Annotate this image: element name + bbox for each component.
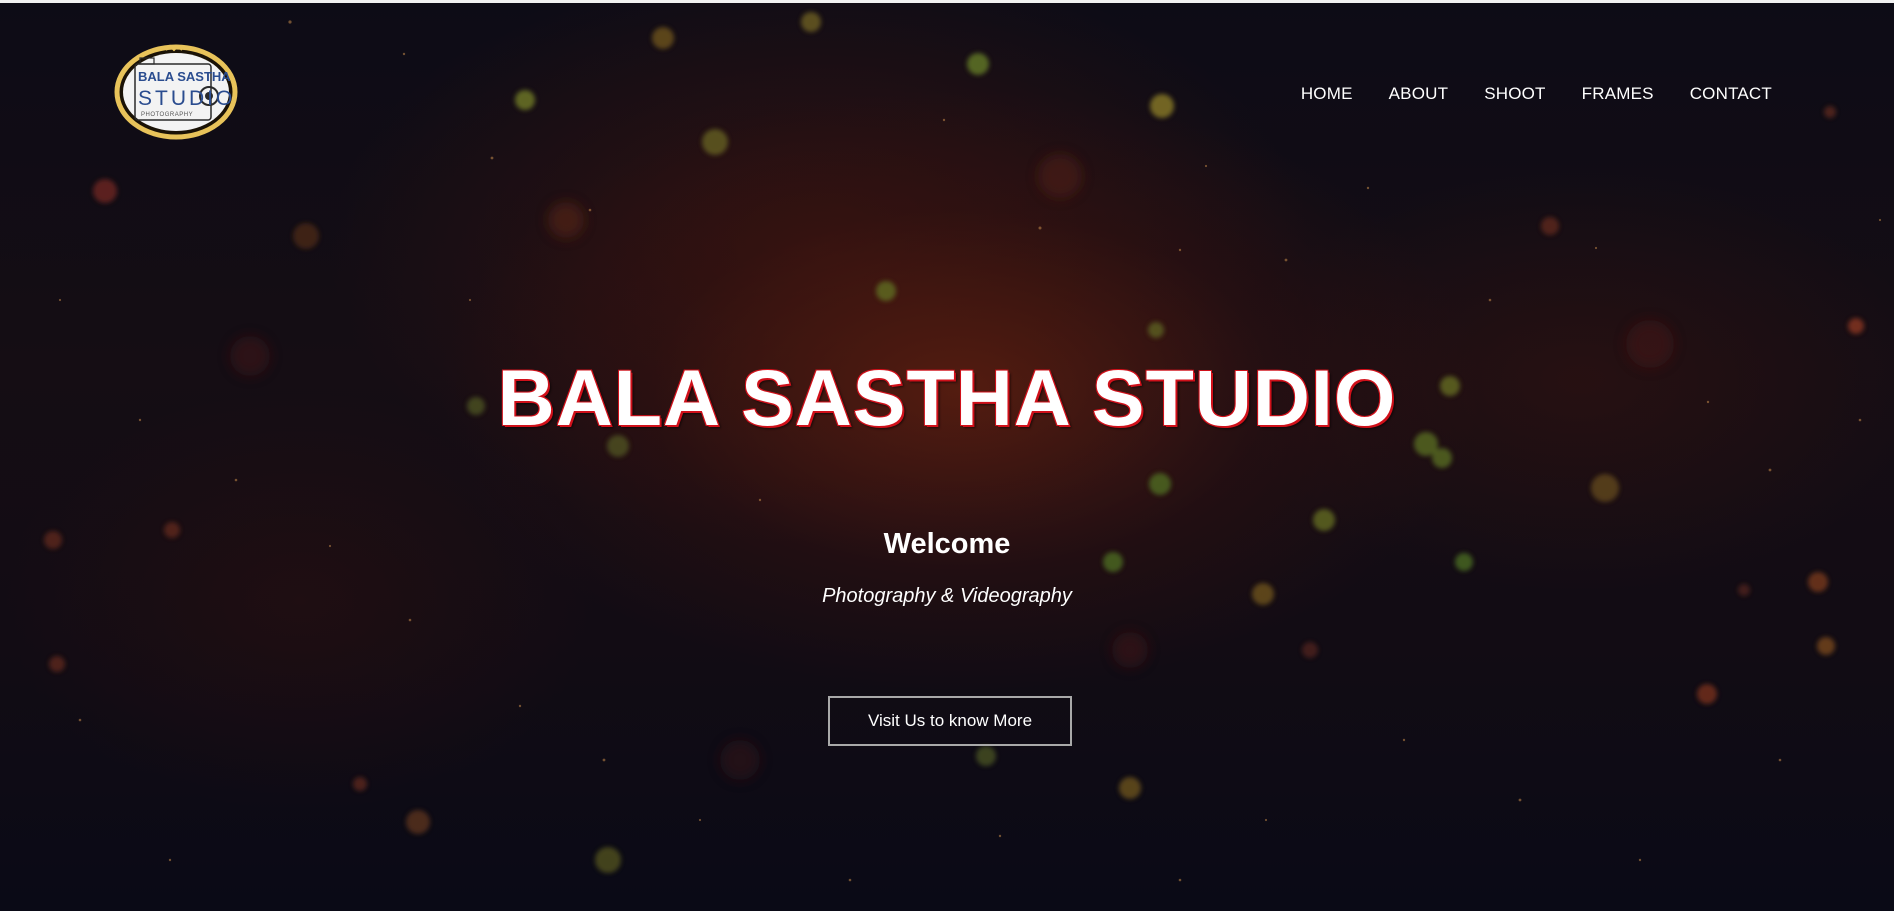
nav-shoot[interactable]: SHOOT	[1484, 84, 1545, 104]
bokeh-background	[44, 12, 1882, 882]
main-nav: HOME ABOUT SHOOT FRAMES CONTACT	[1301, 84, 1772, 104]
hero-title: BALA SASTHA STUDIO	[497, 353, 1397, 442]
nav-contact[interactable]: CONTACT	[1690, 84, 1772, 104]
nav-home[interactable]: HOME	[1301, 84, 1353, 104]
logo-text-line3: PHOTOGRAPHY	[141, 112, 193, 118]
logo-text-line1: BALA SASTHA	[138, 69, 231, 84]
tagline: Photography & Videography	[822, 585, 1072, 607]
hero-section: BALA SASTHA STUDIO PHOTOGRAPHY HOME ABOU…	[0, 0, 1894, 911]
welcome-heading: Welcome	[883, 528, 1011, 560]
logo-text-line2: STUDIO	[138, 87, 235, 110]
visit-us-button[interactable]: Visit Us to know More	[828, 696, 1072, 746]
nav-about[interactable]: ABOUT	[1389, 84, 1449, 104]
nav-frames[interactable]: FRAMES	[1582, 84, 1654, 104]
studio-logo[interactable]: BALA SASTHA STUDIO PHOTOGRAPHY	[114, 44, 238, 140]
